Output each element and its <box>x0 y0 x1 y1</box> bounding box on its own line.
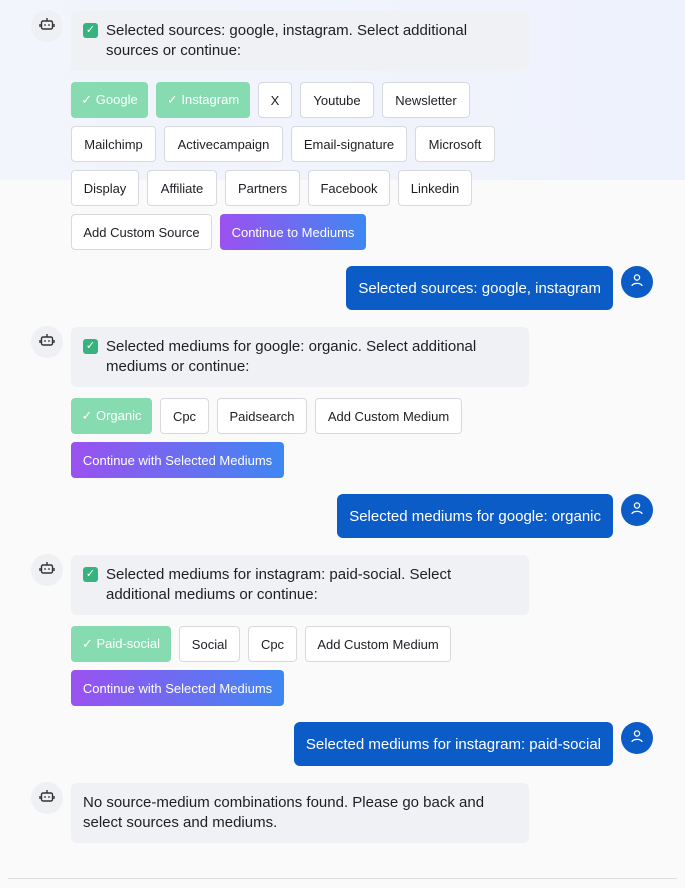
continue-to-mediums-button[interactable]: Continue to Mediums <box>220 214 366 250</box>
source-chip-google[interactable]: ✓ Google <box>71 82 148 118</box>
continue-with-mediums-button[interactable]: Continue with Selected Mediums <box>71 442 284 478</box>
source-chip-mailchimp[interactable]: Mailchimp <box>71 126 156 162</box>
source-chip-newsletter[interactable]: Newsletter <box>382 82 470 118</box>
bot-avatar <box>31 554 63 586</box>
user-avatar <box>621 722 653 754</box>
bot-message-sources: ✓ Selected sources: google, instagram. S… <box>71 11 529 71</box>
medium-chip-organic[interactable]: ✓ Organic <box>71 398 152 434</box>
user-icon <box>630 501 644 520</box>
user-message-google-mediums: Selected mediums for google: organic <box>337 494 613 538</box>
user-avatar <box>621 266 653 298</box>
medium-chip-paid-social[interactable]: ✓ Paid-social <box>71 626 171 662</box>
bot-message-no-combinations: No source-medium combinations found. Ple… <box>71 783 529 843</box>
source-chip-activecampaign[interactable]: Activecampaign <box>164 126 283 162</box>
bot-avatar <box>31 326 63 358</box>
bot-avatar <box>31 10 63 42</box>
user-message-sources: Selected sources: google, instagram <box>346 266 613 310</box>
source-chip-instagram[interactable]: ✓ Instagram <box>156 82 250 118</box>
bot-message-text: Selected mediums for google: organic. Se… <box>106 338 477 375</box>
user-message-instagram-mediums: Selected mediums for instagram: paid-soc… <box>293 722 613 766</box>
continue-with-mediums-button[interactable]: Continue with Selected Mediums <box>71 670 284 706</box>
bot-message-instagram-mediums: ✓ Selected mediums for instagram: paid-s… <box>71 555 529 615</box>
source-chip-email-signature[interactable]: Email-signature <box>291 126 407 162</box>
checkmark-icon: ✓ <box>83 567 98 582</box>
input-divider <box>8 878 677 879</box>
source-chip-display[interactable]: Display <box>71 170 139 206</box>
user-avatar <box>621 494 653 526</box>
add-custom-medium-button[interactable]: Add Custom Medium <box>305 626 451 662</box>
user-icon <box>630 729 644 748</box>
bot-message-text: Selected sources: google, instagram. Sel… <box>106 22 468 59</box>
bot-icon <box>39 16 55 37</box>
medium-chip-paidsearch[interactable]: Paidsearch <box>217 398 307 434</box>
medium-chip-social[interactable]: Social <box>179 626 240 662</box>
medium-chip-cpc[interactable]: Cpc <box>248 626 297 662</box>
source-chip-partners[interactable]: Partners <box>225 170 300 206</box>
source-chip-youtube[interactable]: Youtube <box>300 82 374 118</box>
source-chip-facebook[interactable]: Facebook <box>308 170 390 206</box>
medium-chip-cpc[interactable]: Cpc <box>160 398 209 434</box>
add-custom-medium-button[interactable]: Add Custom Medium <box>315 398 462 434</box>
source-chip-linkedin[interactable]: Linkedin <box>398 170 472 206</box>
bot-message-text: No source-medium combinations found. Ple… <box>83 794 485 831</box>
checkmark-icon: ✓ <box>83 339 98 354</box>
bot-icon <box>39 332 55 353</box>
bot-message-google-mediums: ✓ Selected mediums for google: organic. … <box>71 327 529 387</box>
bot-message-text: Selected mediums for instagram: paid-soc… <box>106 566 452 603</box>
source-chip-affiliate[interactable]: Affiliate <box>147 170 217 206</box>
source-chip-x[interactable]: X <box>258 82 292 118</box>
bot-avatar <box>31 782 63 814</box>
bot-icon <box>39 788 55 809</box>
user-icon <box>630 273 644 292</box>
source-chip-microsoft[interactable]: Microsoft <box>415 126 495 162</box>
checkmark-icon: ✓ <box>83 23 98 38</box>
add-custom-source-button[interactable]: Add Custom Source <box>71 214 212 250</box>
bot-icon <box>39 560 55 581</box>
